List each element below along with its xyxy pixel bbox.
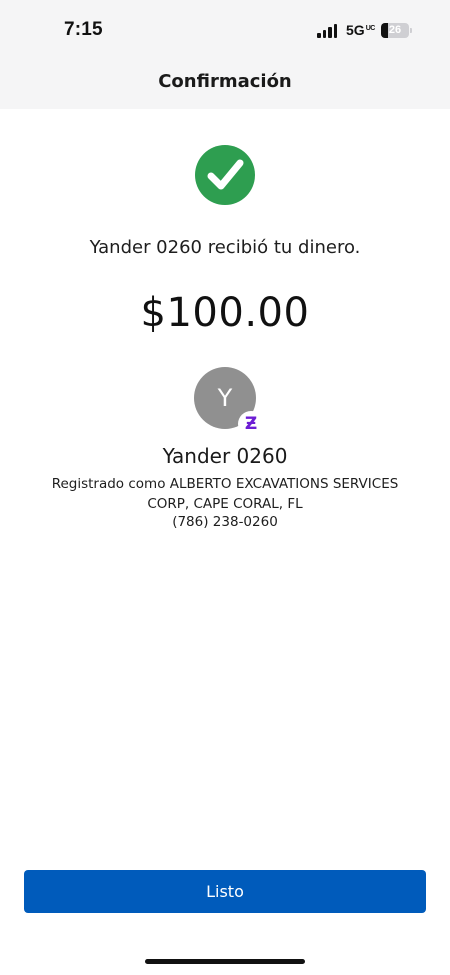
checkmark-icon [207, 159, 244, 190]
recipient-name: Yander 0260 [162, 444, 288, 468]
signal-strength-icon [317, 24, 339, 38]
done-button[interactable]: Listo [24, 870, 426, 913]
recipient-registration: Registrado como ALBERTO EXCAVATIONS SERV… [40, 474, 410, 514]
status-time: 7:15 [64, 19, 103, 40]
home-indicator[interactable] [145, 959, 305, 964]
battery-tip [410, 28, 412, 33]
network-subtype: UC [365, 25, 376, 32]
top-bar: 7:15 5GUC 26 Confirmación [0, 0, 450, 109]
checkmark-circle-icon [195, 145, 255, 205]
registration-line-1: Registrado como ALBERTO EXCAVATIONS SERV… [51, 476, 399, 492]
network-type: 5G [346, 22, 365, 38]
battery-icon: 26 [381, 23, 409, 38]
battery-level: 26 [388, 24, 402, 36]
page-title: Confirmación [158, 71, 292, 92]
confirmation-screen: 7:15 5GUC 26 Confirmación Yander 0260 re… [0, 0, 450, 975]
network-indicator: 5GUC [346, 22, 375, 38]
zelle-icon: Ƶ [238, 411, 264, 437]
recipient-phone: (786) 238-0260 [172, 514, 278, 530]
confirmation-message: Yander 0260 recibió tu dinero. [89, 237, 361, 258]
registration-line-2: CORP, CAPE CORAL, FL [147, 496, 303, 512]
amount: $100.00 [140, 290, 310, 336]
